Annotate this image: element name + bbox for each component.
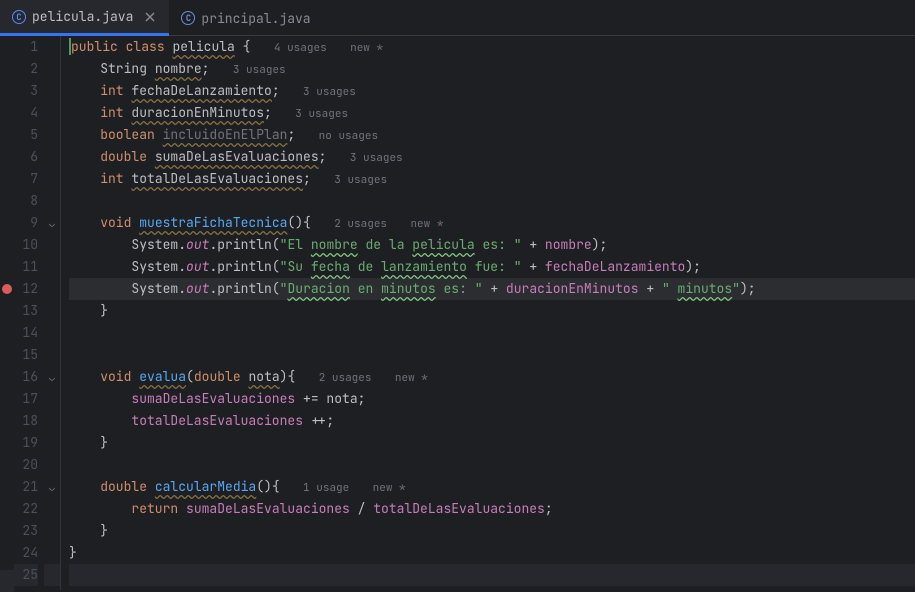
tab-bar: C pelicula.java C principal.java bbox=[0, 0, 915, 36]
usages-hint[interactable]: no usages bbox=[319, 129, 378, 143]
usages-hint[interactable]: 3 usages bbox=[233, 63, 286, 77]
usages-hint[interactable]: 4 usages bbox=[274, 41, 327, 55]
code-line[interactable] bbox=[69, 564, 915, 586]
code-line[interactable]: } bbox=[69, 300, 915, 322]
code-area[interactable]: public class pelicula { 4 usages new * S… bbox=[61, 36, 915, 590]
line-number: 22 bbox=[14, 498, 38, 520]
line-number: 2 bbox=[14, 58, 38, 80]
line-number: 3 bbox=[14, 80, 38, 102]
line-number: 11 bbox=[14, 256, 38, 278]
tab-principal[interactable]: C principal.java bbox=[169, 0, 322, 36]
line-number: 6 bbox=[14, 146, 38, 168]
code-line[interactable] bbox=[69, 454, 915, 476]
line-number: 15 bbox=[14, 344, 38, 366]
code-line[interactable]: } bbox=[69, 432, 915, 454]
usages-hint[interactable]: 3 usages bbox=[303, 85, 356, 99]
line-number: 21 bbox=[14, 476, 38, 498]
code-line[interactable]: System.out.println("Duracion en minutos … bbox=[69, 278, 915, 300]
usages-hint[interactable]: 2 usages bbox=[334, 217, 387, 231]
editor: 1 2 3 4 5 6 7 8 9 10 11 12 13 14 15 16 1… bbox=[0, 36, 915, 590]
code-line[interactable] bbox=[69, 322, 915, 344]
line-number: 8 bbox=[14, 190, 38, 212]
usages-hint[interactable]: 3 usages bbox=[295, 107, 348, 121]
java-class-icon: C bbox=[181, 11, 195, 25]
breakpoint-icon[interactable] bbox=[2, 284, 12, 294]
author-hint[interactable]: new * bbox=[373, 481, 406, 495]
usages-hint[interactable]: 2 usages bbox=[319, 371, 372, 385]
code-line[interactable]: public class pelicula { 4 usages new * bbox=[69, 36, 915, 58]
code-line[interactable]: boolean incluidoEnElPlan; no usages bbox=[69, 124, 915, 146]
code-line[interactable]: void evalua(double nota){ 2 usages new * bbox=[69, 366, 915, 388]
line-number: 13 bbox=[14, 300, 38, 322]
line-number: 24 bbox=[14, 542, 38, 564]
java-class-icon: C bbox=[12, 10, 26, 24]
line-number: 25 bbox=[14, 564, 38, 586]
fold-column: ⌄ ⌄ ⌄ bbox=[44, 36, 60, 590]
line-number: 7 bbox=[14, 168, 38, 190]
usages-hint[interactable]: 3 usages bbox=[334, 173, 387, 187]
code-line[interactable]: int duracionEnMinutos; 3 usages bbox=[69, 102, 915, 124]
code-line[interactable]: System.out.println("Su fecha de lanzamie… bbox=[69, 256, 915, 278]
code-line[interactable]: } bbox=[69, 542, 915, 564]
close-icon[interactable] bbox=[143, 10, 157, 24]
code-line[interactable]: int totalDeLasEvaluaciones; 3 usages bbox=[69, 168, 915, 190]
chevron-down-icon[interactable]: ⌄ bbox=[49, 217, 55, 230]
code-line[interactable]: return sumaDeLasEvaluaciones / totalDeLa… bbox=[69, 498, 915, 520]
code-line[interactable]: sumaDeLasEvaluaciones += nota; bbox=[69, 388, 915, 410]
line-number: 14 bbox=[14, 322, 38, 344]
line-number: 5 bbox=[14, 124, 38, 146]
tab-label: pelicula.java bbox=[32, 8, 133, 25]
author-hint[interactable]: new * bbox=[410, 217, 443, 231]
breakpoint-column[interactable] bbox=[0, 36, 14, 590]
usages-hint[interactable]: 1 usage bbox=[303, 481, 349, 495]
usages-hint[interactable]: 3 usages bbox=[350, 151, 403, 165]
line-number: 4 bbox=[14, 102, 38, 124]
code-line[interactable]: System.out.println("El nombre de la peli… bbox=[69, 234, 915, 256]
code-line[interactable]: totalDeLasEvaluaciones ++; bbox=[69, 410, 915, 432]
author-hint[interactable]: new * bbox=[350, 41, 383, 55]
code-line[interactable] bbox=[69, 190, 915, 212]
author-hint[interactable]: new * bbox=[395, 371, 428, 385]
line-number: 18 bbox=[14, 410, 38, 432]
code-line[interactable]: void muestraFichaTecnica(){ 2 usages new… bbox=[69, 212, 915, 234]
gutter: 1 2 3 4 5 6 7 8 9 10 11 12 13 14 15 16 1… bbox=[0, 36, 61, 590]
code-line[interactable]: double sumaDeLasEvaluaciones; 3 usages bbox=[69, 146, 915, 168]
code-line[interactable]: double calcularMedia(){ 1 usage new * bbox=[69, 476, 915, 498]
line-numbers: 1 2 3 4 5 6 7 8 9 10 11 12 13 14 15 16 1… bbox=[14, 36, 44, 590]
line-number: 23 bbox=[14, 520, 38, 542]
tab-pelicula[interactable]: C pelicula.java bbox=[0, 0, 169, 36]
line-number: 19 bbox=[14, 432, 38, 454]
line-number: 17 bbox=[14, 388, 38, 410]
line-number: 12 bbox=[14, 278, 38, 300]
tab-label: principal.java bbox=[201, 10, 310, 27]
line-number: 9 bbox=[14, 212, 38, 234]
line-number: 10 bbox=[14, 234, 38, 256]
line-number: 16 bbox=[14, 366, 38, 388]
chevron-down-icon[interactable]: ⌄ bbox=[49, 371, 55, 384]
line-number: 20 bbox=[14, 454, 38, 476]
code-line[interactable]: } bbox=[69, 520, 915, 542]
code-line[interactable] bbox=[69, 344, 915, 366]
code-line[interactable]: int fechaDeLanzamiento; 3 usages bbox=[69, 80, 915, 102]
code-line[interactable]: String nombre; 3 usages bbox=[69, 58, 915, 80]
chevron-down-icon[interactable]: ⌄ bbox=[49, 481, 55, 494]
line-number: 1 bbox=[14, 36, 38, 58]
